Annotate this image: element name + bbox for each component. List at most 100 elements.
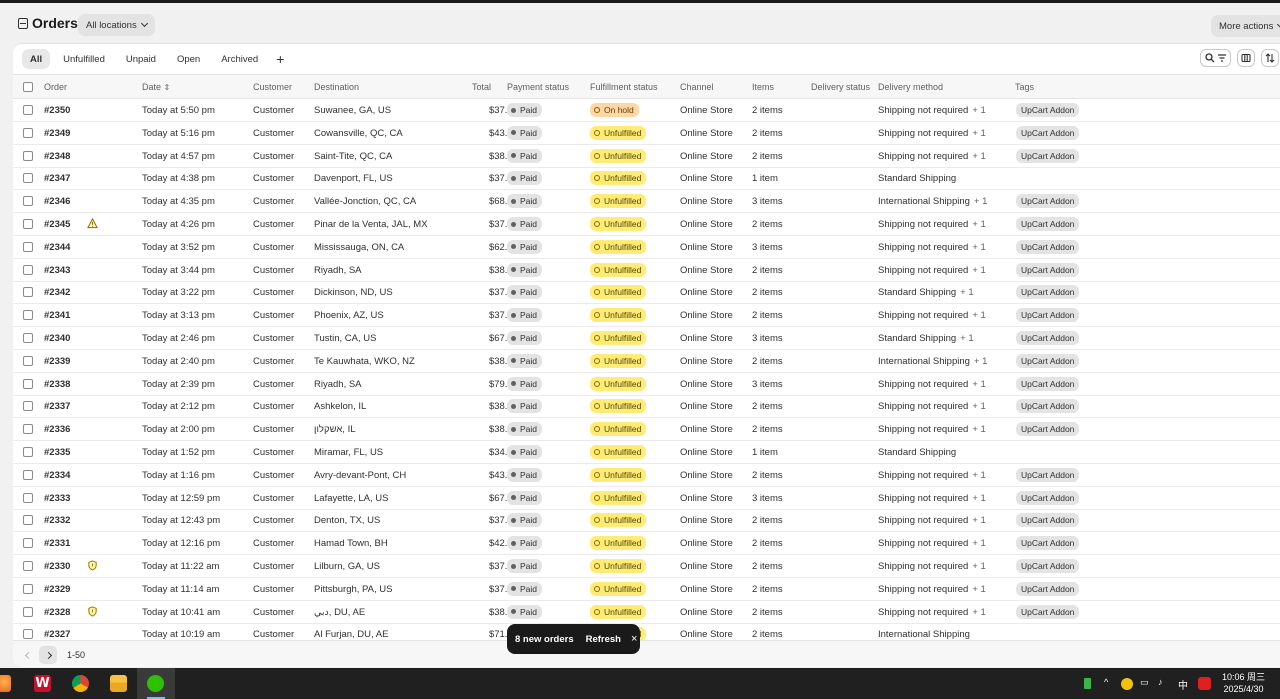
tab-unfulfilled[interactable]: Unfulfilled xyxy=(55,49,113,69)
order-customer[interactable]: Customer xyxy=(253,333,294,344)
order-number[interactable]: #2344 xyxy=(44,242,70,253)
order-number[interactable]: #2340 xyxy=(44,333,70,344)
order-number[interactable]: #2334 xyxy=(44,470,70,481)
order-customer[interactable]: Customer xyxy=(253,515,294,526)
order-customer[interactable]: Customer xyxy=(253,379,294,390)
order-number[interactable]: #2335 xyxy=(44,447,70,458)
table-row[interactable]: #2335 Today at 1:52 pm Customer Miramar, FL… xyxy=(13,441,1280,464)
order-items[interactable]: 3 items xyxy=(752,196,783,207)
row-checkbox[interactable] xyxy=(23,173,33,184)
order-items[interactable]: 2 items xyxy=(752,515,783,526)
order-number[interactable]: #2346 xyxy=(44,196,70,207)
firefox-icon[interactable] xyxy=(0,675,11,692)
order-items[interactable]: 3 items xyxy=(752,242,783,253)
row-checkbox[interactable] xyxy=(23,583,33,594)
table-row[interactable]: #2330 Today at 11:22 am Customer Lilburn, G… xyxy=(13,555,1280,578)
order-items[interactable]: 2 items xyxy=(752,470,783,481)
col-delivery-status[interactable]: Delivery status xyxy=(811,82,870,92)
order-customer[interactable]: Customer xyxy=(253,219,294,230)
order-customer[interactable]: Customer xyxy=(253,242,294,253)
location-selector[interactable]: All locations xyxy=(78,14,155,36)
file-explorer-icon[interactable] xyxy=(110,675,127,692)
tray-app-icon[interactable] xyxy=(1121,678,1133,690)
order-items[interactable]: 2 items xyxy=(752,607,783,618)
row-checkbox[interactable] xyxy=(23,515,33,526)
col-channel[interactable]: Channel xyxy=(680,82,714,92)
order-customer[interactable]: Customer xyxy=(253,196,294,207)
col-customer[interactable]: Customer xyxy=(253,82,292,92)
order-number[interactable]: #2327 xyxy=(44,629,70,640)
table-row[interactable]: #2340 Today at 2:46 pm Customer Tustin, CA,… xyxy=(13,327,1280,350)
row-checkbox[interactable] xyxy=(23,150,33,161)
sort-button[interactable] xyxy=(1261,49,1279,67)
row-checkbox[interactable] xyxy=(23,127,33,138)
row-checkbox[interactable] xyxy=(23,241,33,252)
order-number[interactable]: #2330 xyxy=(44,561,70,572)
order-number[interactable]: #2339 xyxy=(44,356,70,367)
battery-icon[interactable] xyxy=(1084,678,1091,689)
table-row[interactable]: #2337 Today at 2:12 pm Customer Ashkelon, I… xyxy=(13,395,1280,419)
order-number[interactable]: #2350 xyxy=(44,105,70,116)
tab-unpaid[interactable]: Unpaid xyxy=(118,49,164,69)
row-checkbox[interactable] xyxy=(23,538,33,549)
add-view-button[interactable]: + xyxy=(271,49,289,69)
order-items[interactable]: 2 items xyxy=(752,561,783,572)
table-row[interactable]: #2328 Today at 10:41 am Customer دبي, DU, A… xyxy=(13,601,1280,624)
order-number[interactable]: #2342 xyxy=(44,287,70,298)
order-items[interactable]: 3 items xyxy=(752,333,783,344)
row-checkbox[interactable] xyxy=(23,310,33,321)
order-customer[interactable]: Customer xyxy=(253,538,294,549)
order-customer[interactable]: Customer xyxy=(253,493,294,504)
col-destination[interactable]: Destination xyxy=(314,82,359,92)
order-customer[interactable]: Customer xyxy=(253,128,294,139)
order-customer[interactable]: Customer xyxy=(253,629,294,640)
row-checkbox[interactable] xyxy=(23,196,33,207)
order-customer[interactable]: Customer xyxy=(253,470,294,481)
table-row[interactable]: #2350 Today at 5:50 pm Customer Suwanee, GA… xyxy=(13,99,1280,122)
table-row[interactable]: #2331 Today at 12:16 pm Customer Hamad Town… xyxy=(13,532,1280,556)
row-checkbox[interactable] xyxy=(23,105,33,115)
row-checkbox[interactable] xyxy=(23,219,33,229)
order-customer[interactable]: Customer xyxy=(253,105,294,116)
col-fulfillment-status[interactable]: Fulfillment status xyxy=(590,82,658,92)
order-number[interactable]: #2345 xyxy=(44,219,70,230)
prev-page-button[interactable] xyxy=(19,646,37,664)
order-customer[interactable]: Customer xyxy=(253,607,294,618)
table-row[interactable]: #2333 Today at 12:59 pm Customer Lafayette,… xyxy=(13,487,1280,510)
order-customer[interactable]: Customer xyxy=(253,310,294,321)
table-row[interactable]: #2338 Today at 2:39 pm Customer Riyadh, SA $… xyxy=(13,373,1280,396)
col-order[interactable]: Order xyxy=(44,82,67,92)
order-customer[interactable]: Customer xyxy=(253,561,294,572)
row-checkbox[interactable] xyxy=(23,561,33,571)
order-customer[interactable]: Customer xyxy=(253,356,294,367)
order-items[interactable]: 1 item xyxy=(752,173,778,184)
table-row[interactable]: #2349 Today at 5:16 pm Customer Cowansville… xyxy=(13,122,1280,145)
table-row[interactable]: #2334 Today at 1:16 pm Customer Avry-devant… xyxy=(13,464,1280,487)
order-number[interactable]: #2331 xyxy=(44,538,70,549)
row-checkbox[interactable] xyxy=(23,264,33,275)
tray-s-icon[interactable] xyxy=(1198,677,1211,690)
order-items[interactable]: 2 items xyxy=(752,287,783,298)
tab-archived[interactable]: Archived xyxy=(213,49,266,69)
input-method-indicator[interactable]: 中 xyxy=(1178,677,1188,692)
wps-office-icon[interactable]: W xyxy=(34,675,51,692)
col-total[interactable]: Total xyxy=(472,82,491,92)
tray-expand-icon[interactable]: ^ xyxy=(1104,677,1108,687)
row-checkbox[interactable] xyxy=(23,378,33,389)
table-row[interactable]: #2345 Today at 4:26 pm Customer Pinar de la… xyxy=(13,213,1280,236)
columns-button[interactable] xyxy=(1237,49,1255,67)
next-page-button[interactable] xyxy=(39,646,57,664)
order-items[interactable]: 2 items xyxy=(752,310,783,321)
order-number[interactable]: #2332 xyxy=(44,515,70,526)
close-icon[interactable]: × xyxy=(631,633,637,645)
refresh-button[interactable]: Refresh xyxy=(586,634,621,645)
table-row[interactable]: #2342 Today at 3:22 pm Customer Dickinson, … xyxy=(13,281,1280,305)
row-checkbox[interactable] xyxy=(23,469,33,480)
order-customer[interactable]: Customer xyxy=(253,424,294,435)
wechat-icon[interactable] xyxy=(147,675,164,692)
order-items[interactable]: 2 items xyxy=(752,219,783,230)
order-items[interactable]: 2 items xyxy=(752,584,783,595)
order-number[interactable]: #2337 xyxy=(44,401,70,412)
table-row[interactable]: #2344 Today at 3:52 pm Customer Mississauga… xyxy=(13,236,1280,259)
table-row[interactable]: #2347 Today at 4:38 pm Customer Davenport, … xyxy=(13,167,1280,191)
